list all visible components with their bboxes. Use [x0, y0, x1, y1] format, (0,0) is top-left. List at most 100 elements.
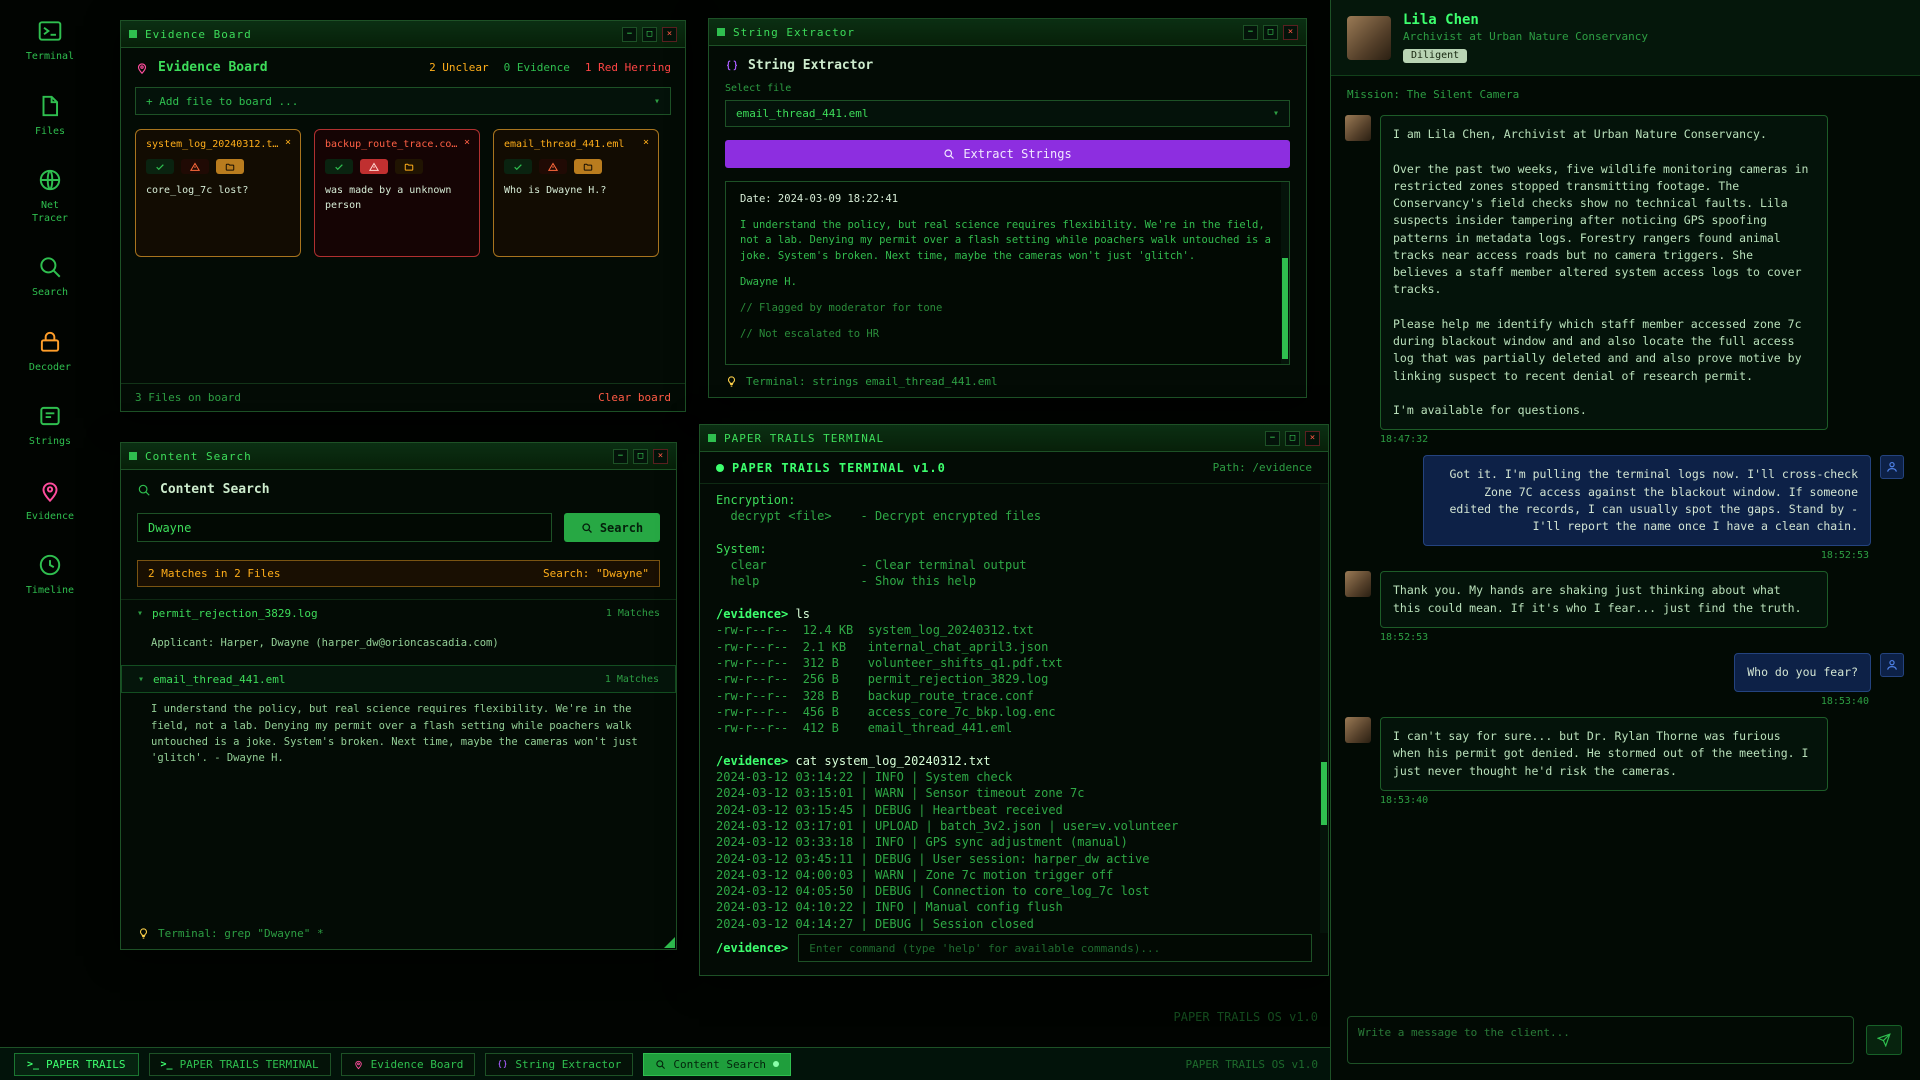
terminal-hint: Terminal: strings email_thread_441.eml — [709, 365, 1306, 397]
close-button[interactable]: × — [653, 449, 668, 464]
string-extractor-window: String Extractor − □ × String Extractor … — [708, 18, 1307, 398]
search-input[interactable] — [137, 513, 552, 542]
file-select[interactable]: email_thread_441.eml ▾ — [725, 100, 1290, 127]
scrollbar-thumb[interactable] — [1282, 258, 1288, 358]
sidebar-item-net-tracer[interactable]: Net Tracer — [14, 167, 86, 225]
extract-strings-label: Extract Strings — [963, 147, 1071, 161]
check-icon — [155, 162, 165, 172]
sidebar-item-search[interactable]: Search — [14, 254, 86, 300]
minimize-button[interactable]: − — [613, 449, 628, 464]
string-extractor-header: String Extractor — [709, 46, 1306, 77]
maximize-button[interactable]: □ — [1263, 25, 1278, 40]
red-herring-tag-button[interactable] — [539, 159, 567, 174]
scrollbar[interactable] — [1281, 182, 1289, 364]
result-filename: permit_rejection_3829.log — [152, 607, 318, 620]
pin-icon — [135, 61, 149, 75]
taskbar-tab-string-extractor[interactable]: String Extractor — [485, 1053, 633, 1076]
remove-card-button[interactable]: × — [285, 137, 291, 148]
sidebar-item-files[interactable]: Files — [14, 93, 86, 139]
extract-strings-button[interactable]: Extract Strings — [725, 140, 1290, 168]
scrollbar[interactable] — [1320, 484, 1328, 933]
taskbar-tab-label: PAPER TRAILS TERMINAL — [180, 1058, 319, 1071]
search-icon — [943, 148, 955, 160]
unclear-tag-button[interactable] — [574, 159, 602, 174]
message-timestamp: 18:53:40 — [1380, 795, 1904, 806]
lock-icon — [37, 329, 63, 355]
client-message: I am Lila Chen, Archivist at Urban Natur… — [1345, 115, 1904, 430]
evidence-card[interactable]: backup_route_trace.co… × was made by a u… — [314, 129, 480, 257]
taskbar-tab-evidence-board[interactable]: Evidence Board — [341, 1053, 476, 1076]
unclear-tag-button[interactable] — [216, 159, 244, 174]
status-dot — [716, 464, 724, 472]
result-filename: email_thread_441.eml — [153, 673, 285, 686]
result-match-count: 1 Matches — [606, 608, 660, 619]
terminal-input-row: /evidence> — [700, 933, 1328, 975]
sidebar-item-strings[interactable]: Strings — [14, 403, 86, 449]
scrollbar-thumb[interactable] — [1321, 762, 1327, 825]
minimize-button[interactable]: − — [1243, 25, 1258, 40]
resize-handle[interactable] — [664, 937, 675, 948]
client-avatar — [1345, 717, 1371, 743]
red-herring-tag-button[interactable] — [360, 159, 388, 174]
sidebar-item-evidence[interactable]: Evidence — [14, 478, 86, 524]
card-filename: backup_route_trace.co… — [325, 139, 469, 150]
strings-icon — [37, 403, 63, 429]
terminal-line: -rw-r--r-- 2.1 KB internal_chat_april3.j… — [716, 639, 1312, 655]
taskbar-tab-terminal[interactable]: >_ PAPER TRAILS TERMINAL — [149, 1053, 331, 1076]
strings-output[interactable]: Date: 2024-03-09 18:22:41 I understand t… — [725, 181, 1290, 365]
start-button[interactable]: >_ PAPER TRAILS — [14, 1053, 139, 1076]
page-title: Evidence Board — [158, 60, 268, 75]
window-titlebar[interactable]: Content Search − □ × — [121, 443, 676, 470]
send-message-button[interactable] — [1866, 1025, 1902, 1055]
user-avatar — [1880, 455, 1904, 479]
evidence-tag-button[interactable] — [504, 159, 532, 174]
terminal-command-input[interactable] — [798, 934, 1312, 962]
clear-board-button[interactable]: Clear board — [598, 391, 671, 404]
terminal-hint: Terminal: grep "Dwayne" * — [121, 917, 676, 949]
close-button[interactable]: × — [662, 27, 677, 42]
message-bubble: I am Lila Chen, Archivist at Urban Natur… — [1380, 115, 1828, 430]
maximize-button[interactable]: □ — [1285, 431, 1300, 446]
close-button[interactable]: × — [1283, 25, 1298, 40]
add-file-dropdown[interactable]: + Add file to board ... ▾ — [135, 87, 671, 115]
terminal-icon — [37, 18, 63, 44]
remove-card-button[interactable]: × — [643, 137, 649, 148]
terminal-output[interactable]: Encryption: decrypt <file> - Decrypt enc… — [700, 484, 1328, 933]
taskbar-tab-content-search[interactable]: Content Search — [643, 1053, 791, 1076]
evidence-tag-button[interactable] — [325, 159, 353, 174]
client-message: I can't say for sure... but Dr. Rylan Th… — [1345, 717, 1904, 791]
unclear-tag-button[interactable] — [395, 159, 423, 174]
terminal-line: 2024-03-12 04:10:22 | INFO | Manual conf… — [716, 899, 1312, 915]
evidence-card[interactable]: system_log_20240312.t… × core_log_7c los… — [135, 129, 301, 257]
sidebar-item-terminal[interactable]: Terminal — [14, 18, 86, 64]
query-summary: Search: "Dwayne" — [543, 567, 649, 580]
sidebar-item-timeline[interactable]: Timeline — [14, 552, 86, 598]
chevron-down-icon: ▾ — [654, 96, 660, 107]
message-timestamp: 18:47:32 — [1380, 434, 1904, 445]
maximize-button[interactable]: □ — [633, 449, 648, 464]
maximize-button[interactable]: □ — [642, 27, 657, 42]
window-titlebar[interactable]: Evidence Board − □ × — [121, 21, 685, 48]
terminal-window: PAPER TRAILS TERMINAL − □ × PAPER TRAILS… — [699, 424, 1329, 976]
braces-icon — [725, 59, 739, 73]
red-herring-tag-button[interactable] — [181, 159, 209, 174]
folder-icon — [404, 162, 414, 172]
evidence-tag-button[interactable] — [146, 159, 174, 174]
window-titlebar[interactable]: String Extractor − □ × — [709, 19, 1306, 46]
terminal-line: 2024-03-12 03:15:01 | WARN | Sensor time… — [716, 785, 1312, 801]
sidebar-item-label: Files — [35, 126, 65, 139]
taskbar: >_ PAPER TRAILS >_ PAPER TRAILS TERMINAL… — [0, 1047, 1330, 1080]
search-button[interactable]: Search — [564, 513, 660, 542]
window-titlebar[interactable]: PAPER TRAILS TERMINAL − □ × — [700, 425, 1328, 452]
minimize-button[interactable]: − — [622, 27, 637, 42]
chat-message-input[interactable] — [1347, 1016, 1854, 1064]
evidence-card[interactable]: email_thread_441.eml × Who is Dwayne H.? — [493, 129, 659, 257]
minimize-button[interactable]: − — [1265, 431, 1280, 446]
user-message: Who do you fear? — [1734, 653, 1904, 692]
result-file-header[interactable]: ▾ permit_rejection_3829.log 1 Matches — [121, 599, 676, 627]
result-file-header[interactable]: ▾ email_thread_441.eml 1 Matches — [121, 665, 676, 693]
sidebar-item-decoder[interactable]: Decoder — [14, 329, 86, 375]
close-button[interactable]: × — [1305, 431, 1320, 446]
remove-card-button[interactable]: × — [464, 137, 470, 148]
chat-messages[interactable]: I am Lila Chen, Archivist at Urban Natur… — [1331, 107, 1920, 1004]
